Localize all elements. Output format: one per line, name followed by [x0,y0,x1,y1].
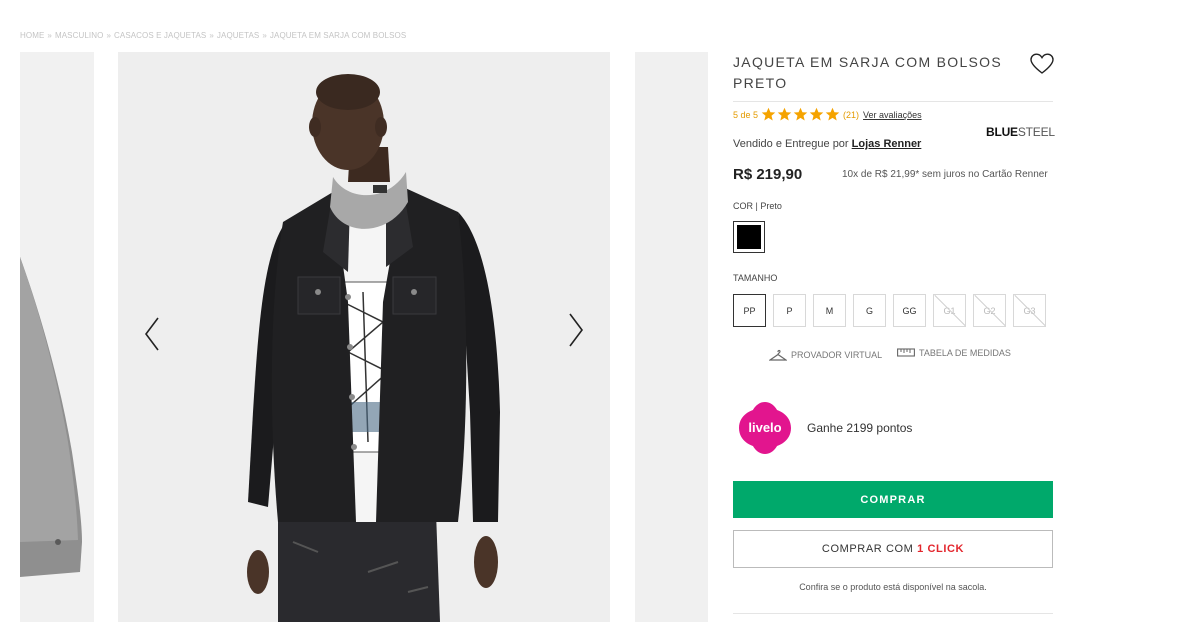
color-swatch-preto[interactable] [733,221,765,253]
size-option-g1[interactable]: G1 [933,294,966,327]
size-option-g3[interactable]: G3 [1013,294,1046,327]
gallery-thumbnail-previous[interactable] [20,52,94,622]
size-option-pp[interactable]: PP [733,294,766,327]
color-swatch-fill [737,225,761,249]
breadcrumb: HOME» MASCULINO» CASACOS E JAQUETAS» JAQUET… [20,31,406,40]
gallery-prev-arrow[interactable] [140,314,164,354]
rating-row: 5 de 5 (21) Ver avaliações [733,107,922,122]
product-title-line2: PRETO [733,75,788,91]
star-icon [761,107,776,121]
gallery-next-arrow[interactable] [564,310,588,350]
livelo-points-text: Ganhe 2199 pontos [807,421,913,435]
seller-info: Vendido e Entregue por Lojas Renner [733,138,921,150]
breadcrumb-jaquetas[interactable]: JAQUETAS [217,31,259,40]
buy-one-click-highlight: 1 CLICK [917,543,965,555]
bottom-divider [733,613,1053,614]
size-options: PP P M G GG G1 G2 G3 [733,294,1053,327]
breadcrumb-casacos[interactable]: CASACOS E JAQUETAS [114,31,206,40]
rating-text: 5 de 5 [733,109,759,120]
thumbnail-jacket-image [20,52,94,622]
star-icon [825,107,840,121]
buy-one-click-prefix: COMPRAR COM [821,543,918,555]
hanger-icon [769,349,787,361]
breadcrumb-separator: » [209,31,214,40]
brand-logo[interactable]: BLUESTEEL [986,125,1055,139]
product-main-image [118,52,610,622]
livelo-badge-icon: livelo [739,402,791,454]
color-label-text: COR [733,201,753,211]
breadcrumb-masculino[interactable]: MASCULINO [55,31,103,40]
chevron-left-icon [145,317,159,351]
star-icon [793,107,808,121]
size-label: TAMANHO [733,273,778,283]
seller-link[interactable]: Lojas Renner [852,138,922,150]
chevron-right-icon [569,313,583,347]
seller-prefix: Vendido e Entregue por [733,138,849,150]
model-jacket-illustration [118,52,610,622]
installments-info: 10x de R$ 21,99* sem juros no Cartão Ren… [842,169,1048,180]
product-title-line1: JAQUETA EM SARJA COM BOLSOS [733,54,1003,70]
title-divider [733,101,1053,102]
color-label: COR | Preto [733,201,782,211]
star-icon [809,107,824,121]
star-icon [777,107,792,121]
breadcrumb-separator: » [106,31,111,40]
virtual-fitting-link[interactable]: PROVADOR VIRTUAL [769,348,882,362]
size-option-g2[interactable]: G2 [973,294,1006,327]
product-price: R$ 219,90 [733,166,803,183]
ruler-icon [897,348,915,357]
breadcrumb-current: JAQUETA EM SARJA COM BOLSOS [269,31,407,40]
buy-one-click-button[interactable]: COMPRAR COM 1 CLICK [733,530,1053,568]
color-selected-value: Preto [760,201,782,211]
breadcrumb-separator: » [47,31,52,40]
brand-light: STEEL [1017,125,1055,139]
virtual-fitting-label: PROVADOR VIRTUAL [791,350,883,360]
buy-button[interactable]: COMPRAR [733,481,1053,518]
livelo-logo: livelo [737,400,793,456]
size-option-m[interactable]: M [813,294,846,327]
favorite-button[interactable] [1030,53,1054,75]
size-option-gg[interactable]: GG [893,294,926,327]
availability-note: Confira se o produto está disponível na … [799,582,987,592]
gallery-thumbnail-next[interactable] [635,52,708,622]
review-count: (21) [843,109,860,120]
heart-icon [1030,53,1054,74]
size-chart-link[interactable]: TABELA DE MEDIDAS [897,348,1011,358]
breadcrumb-home[interactable]: HOME [20,31,44,40]
size-option-p[interactable]: P [773,294,806,327]
livelo-logo-text: livelo [748,420,781,435]
size-chart-label: TABELA DE MEDIDAS [919,348,1011,358]
breadcrumb-separator: » [262,31,267,40]
size-option-g[interactable]: G [853,294,886,327]
see-reviews-link[interactable]: Ver avaliações [863,110,922,120]
rating-stars [761,107,841,122]
product-title: JAQUETA EM SARJA COM BOLSOS PRETO [733,52,1013,94]
brand-bold: BLUE [986,125,1018,139]
